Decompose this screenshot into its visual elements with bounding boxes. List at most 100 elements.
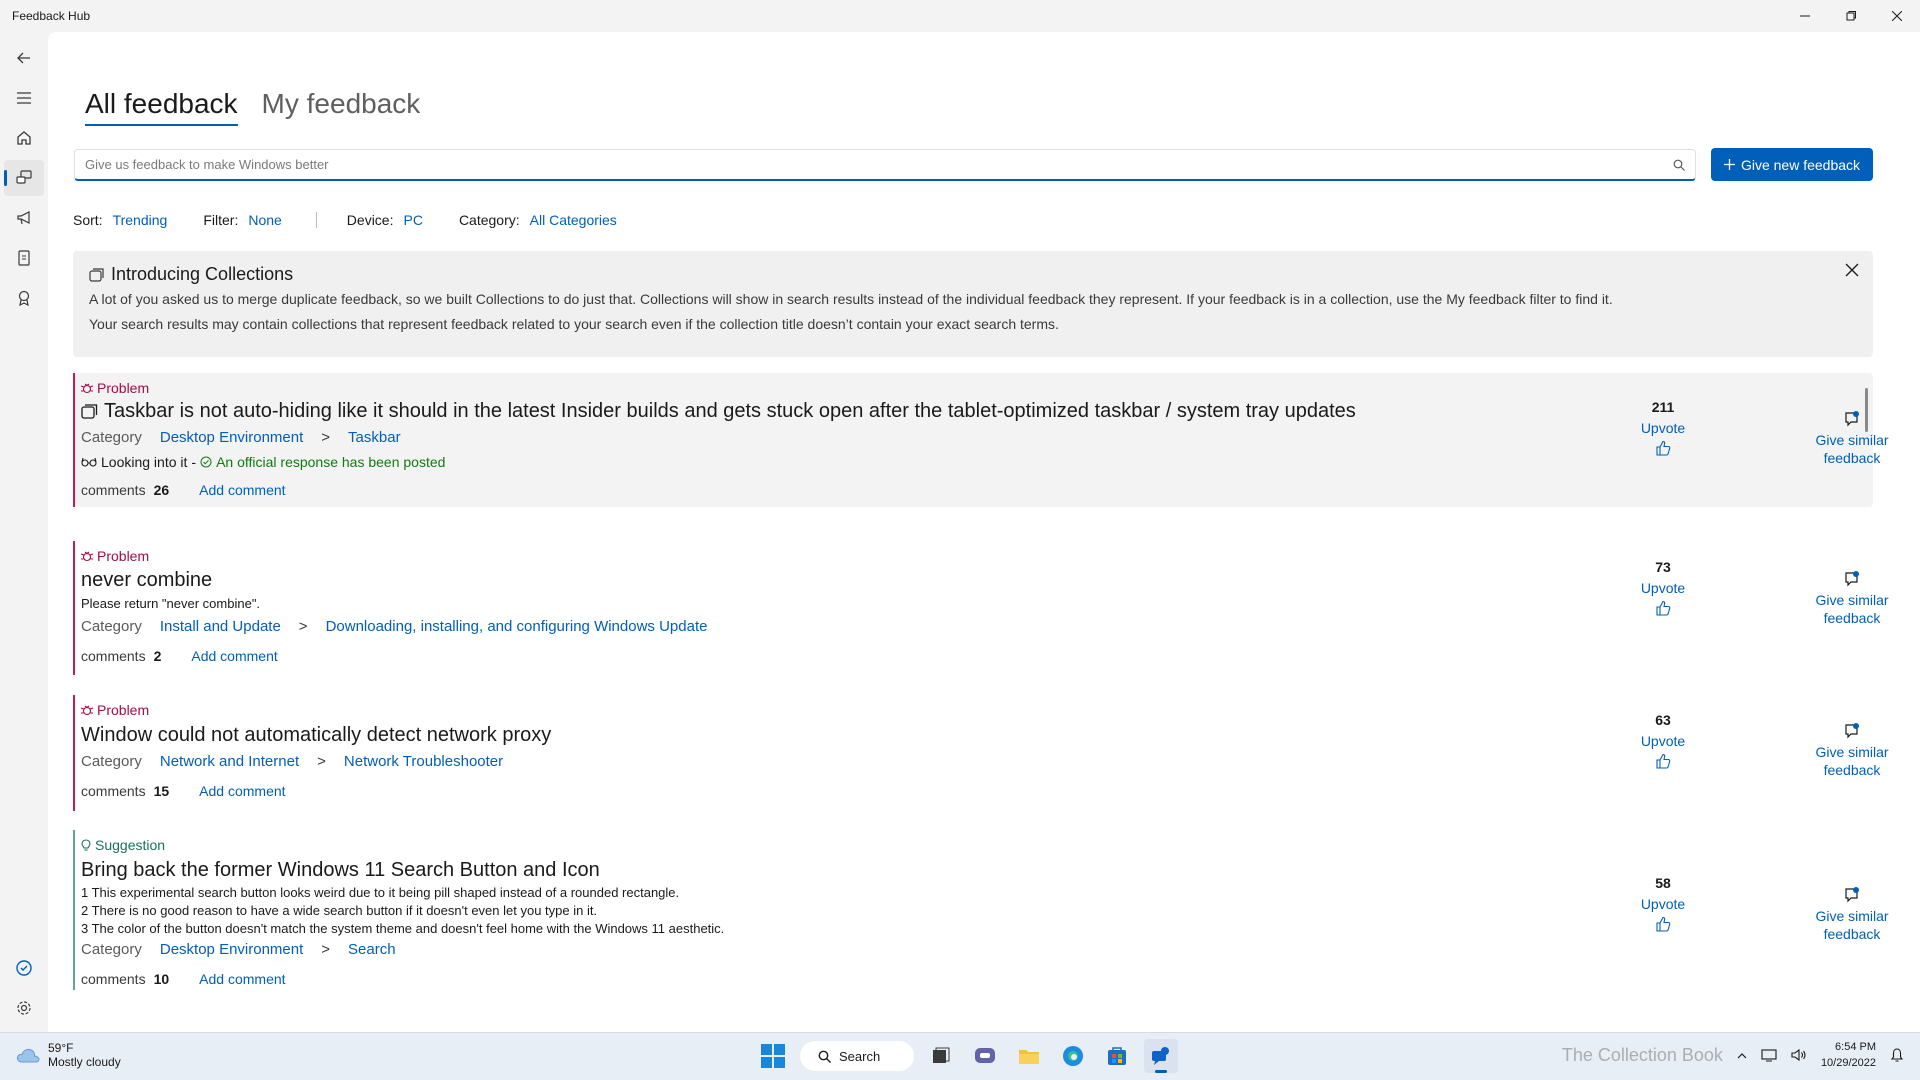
upvote-control[interactable]: 63 Upvote [1633, 712, 1693, 774]
upvote-label[interactable]: Upvote [1633, 733, 1693, 749]
give-new-feedback-button[interactable]: Give new feedback [1711, 148, 1873, 181]
subcategory-link[interactable]: Taskbar [348, 429, 401, 446]
search-icon [818, 1050, 831, 1063]
file-explorer-app[interactable] [1012, 1039, 1046, 1073]
search-input[interactable] [85, 157, 1673, 172]
add-comment-link[interactable]: Add comment [199, 783, 285, 799]
subcategory-link[interactable]: Downloading, installing, and configuring… [326, 618, 708, 635]
task-view-icon [933, 1047, 950, 1063]
give-similar-feedback-button[interactable]: Give similar feedback [1802, 887, 1902, 943]
give-similar-feedback-button[interactable]: Give similar feedback [1802, 723, 1902, 779]
nav-feedback[interactable] [4, 160, 44, 196]
nav-settings[interactable] [4, 990, 44, 1026]
official-response-link[interactable]: An official response has been posted [216, 454, 445, 470]
feedback-item[interactable]: Suggestion Bring back the former Windows… [73, 830, 1889, 1030]
quests-icon [18, 250, 30, 266]
close-button[interactable] [1874, 0, 1920, 32]
item-title[interactable]: Bring back the former Windows 11 Search … [81, 859, 724, 882]
system-tray: The Collection Book 6:54 PM 10/29/2022 [1562, 1039, 1904, 1071]
tab-my-feedback[interactable]: My feedback [262, 88, 421, 126]
search-box[interactable] [74, 149, 1696, 181]
filter-bar: Sort: Trending Filter: None Device: PC C… [73, 212, 617, 228]
add-comment-link[interactable]: Add comment [199, 971, 285, 987]
category-link[interactable]: Install and Update [160, 618, 281, 635]
subcategory-link[interactable]: Search [348, 941, 396, 958]
filter-divider [315, 212, 317, 228]
comments-label: comments [81, 783, 146, 799]
similar-feedback-icon [1845, 411, 1859, 427]
item-description: 1 This experimental search button looks … [81, 884, 724, 938]
vote-count: 73 [1655, 559, 1671, 575]
feedback-hub-app[interactable] [1144, 1039, 1178, 1073]
upvote-label[interactable]: Upvote [1633, 896, 1693, 912]
category-link[interactable]: Network and Internet [160, 753, 299, 770]
upvote-label[interactable]: Upvote [1633, 420, 1693, 436]
category-link[interactable]: Desktop Environment [160, 941, 303, 958]
check-circle-icon [200, 456, 212, 468]
task-view-button[interactable] [924, 1039, 958, 1073]
upvote-control[interactable]: 73 Upvote [1633, 559, 1693, 621]
item-comments: comments 10 Add comment [81, 971, 724, 987]
notifications-icon[interactable] [1890, 1047, 1904, 1063]
thumbs-up-icon[interactable] [1655, 753, 1671, 769]
give-similar-feedback-button[interactable]: Give similar feedback [1802, 411, 1902, 467]
store-app[interactable] [1100, 1039, 1134, 1073]
item-type-label: Problem [97, 548, 150, 564]
scrollbar-thumb[interactable] [1865, 388, 1868, 432]
feedback-item[interactable]: Problem Window could not automatically d… [73, 695, 1889, 811]
description-line: 1 This experimental search button looks … [81, 885, 680, 900]
subcategory-link[interactable]: Network Troubleshooter [344, 753, 503, 770]
comments-label: comments [81, 971, 146, 987]
nav-profile[interactable] [4, 950, 44, 986]
volume-icon[interactable] [1791, 1048, 1807, 1062]
filter-dropdown[interactable]: None [248, 212, 281, 228]
upvote-label[interactable]: Upvote [1633, 580, 1693, 596]
nav-achievements[interactable] [4, 280, 44, 316]
tab-all-feedback[interactable]: All feedback [85, 88, 238, 126]
taskbar-search[interactable]: Search [800, 1041, 914, 1071]
give-similar-line-2: feedback [1823, 450, 1881, 466]
give-similar-feedback-button[interactable]: Give similar feedback [1802, 571, 1902, 627]
comments-label: comments [81, 648, 146, 664]
add-comment-link[interactable]: Add comment [199, 482, 285, 498]
lightbulb-icon [81, 838, 91, 851]
upvote-control[interactable]: 58 Upvote [1633, 875, 1693, 937]
status-separator: - [191, 454, 197, 470]
menu-button[interactable] [4, 80, 44, 116]
item-title[interactable]: Window could not automatically detect ne… [81, 724, 551, 747]
clock[interactable]: 6:54 PM 10/29/2022 [1821, 1039, 1876, 1071]
back-button[interactable] [4, 40, 44, 76]
nav-quests[interactable] [4, 240, 44, 276]
feedback-item[interactable]: Problem never combine Please return "nev… [73, 541, 1889, 675]
chevron-up-icon[interactable] [1737, 1052, 1747, 1059]
comments-count: 10 [153, 971, 170, 987]
banner-text-1: A lot of you asked us to merge duplicate… [89, 291, 1613, 307]
achievements-icon [18, 290, 30, 306]
feedback-icon [16, 170, 32, 184]
maximize-button[interactable] [1828, 0, 1874, 32]
nav-announcements[interactable] [4, 200, 44, 236]
start-button[interactable] [756, 1039, 790, 1073]
minimize-button[interactable] [1782, 0, 1828, 32]
item-title[interactable]: Taskbar is not auto-hiding like it shoul… [104, 400, 1356, 423]
feedback-item[interactable]: Problem Taskbar is not auto-hiding like … [73, 373, 1889, 507]
chat-app[interactable] [968, 1039, 1002, 1073]
category-dropdown[interactable]: All Categories [530, 212, 617, 228]
weather-widget[interactable]: 59°F Mostly cloudy [16, 1041, 121, 1069]
device-dropdown[interactable]: PC [403, 212, 422, 228]
taskbar-search-label: Search [839, 1048, 881, 1064]
sort-dropdown[interactable]: Trending [113, 212, 168, 228]
comments-label: comments [81, 482, 146, 498]
thumbs-up-icon[interactable] [1655, 600, 1671, 616]
banner-close-button[interactable] [1845, 263, 1859, 282]
category-link[interactable]: Desktop Environment [160, 429, 303, 446]
add-comment-link[interactable]: Add comment [191, 648, 277, 664]
item-title[interactable]: never combine [81, 569, 707, 592]
nav-home[interactable] [4, 120, 44, 156]
search-icon[interactable] [1673, 159, 1685, 171]
thumbs-up-icon[interactable] [1655, 916, 1671, 932]
thumbs-up-icon[interactable] [1655, 440, 1671, 456]
upvote-control[interactable]: 211 Upvote [1633, 399, 1693, 461]
edge-app[interactable] [1056, 1039, 1090, 1073]
network-icon[interactable] [1761, 1048, 1777, 1062]
